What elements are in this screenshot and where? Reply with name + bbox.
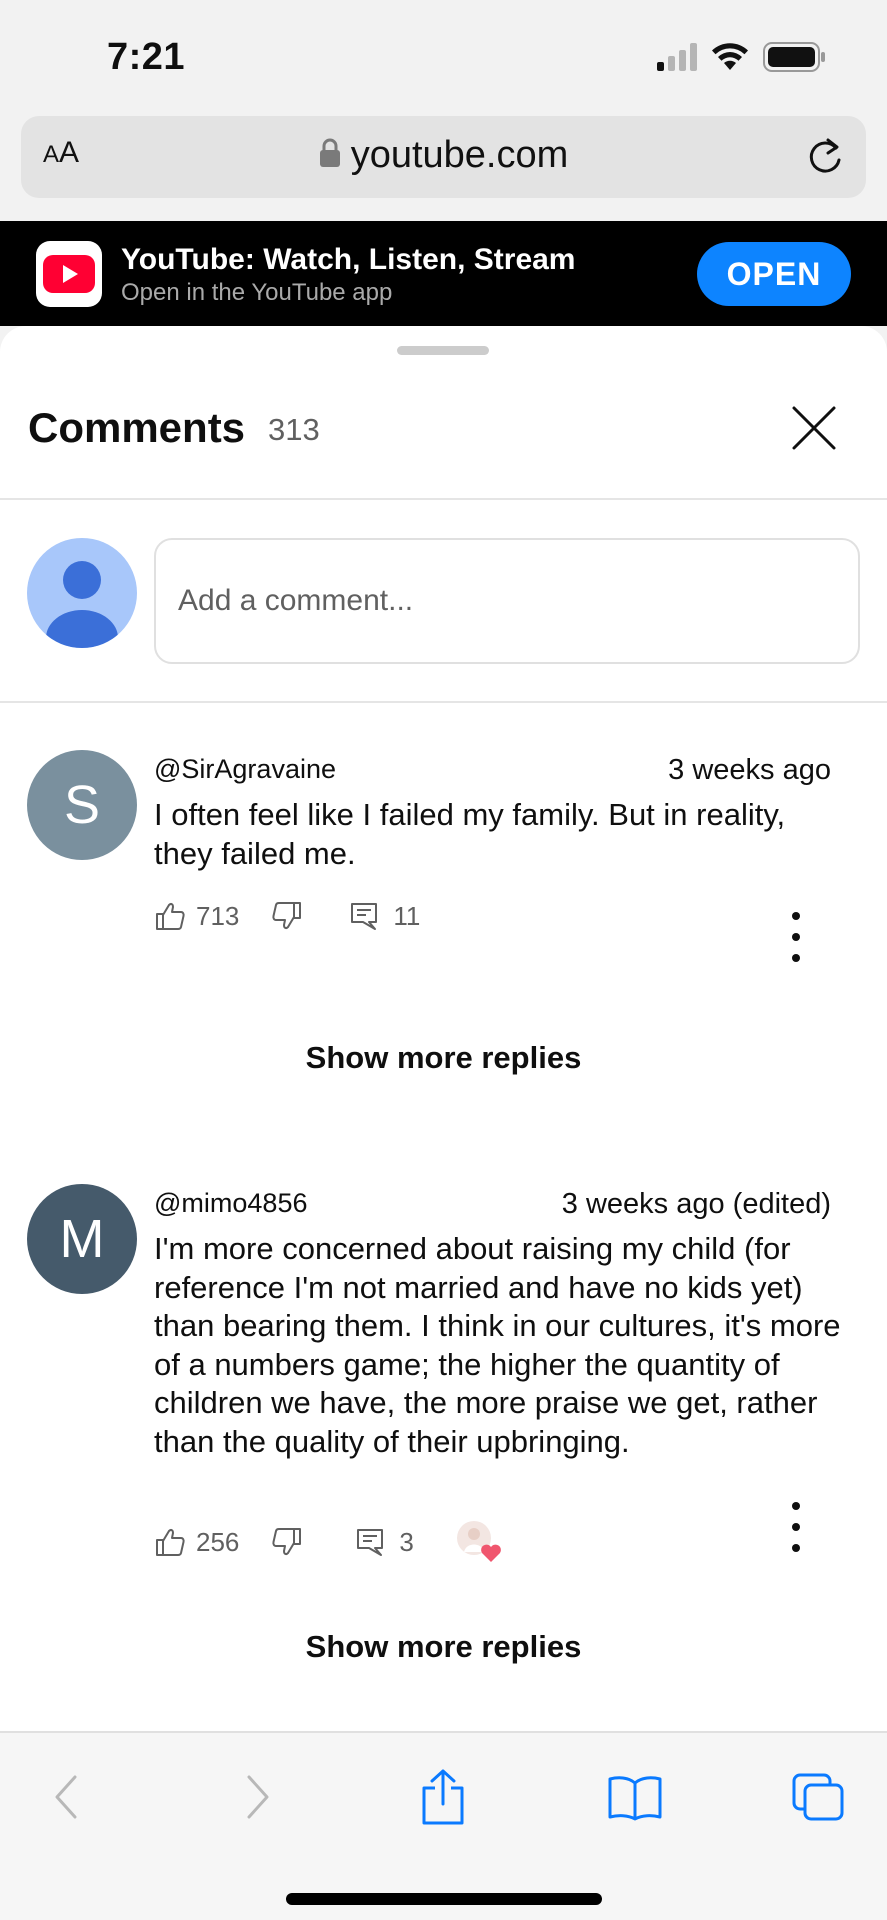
- status-icons: [657, 42, 827, 72]
- reply-button[interactable]: 3: [355, 1526, 414, 1558]
- comment-author[interactable]: @mimo4856: [154, 1188, 307, 1219]
- wifi-icon: [712, 43, 748, 70]
- comment-text: I often feel like I failed my family. Bu…: [154, 797, 786, 871]
- home-indicator: [286, 1893, 602, 1905]
- sheet-grabber[interactable]: [397, 346, 489, 355]
- avatar: [27, 538, 137, 648]
- status-bar: 7:21: [0, 0, 887, 112]
- app-banner-title: YouTube: Watch, Listen, Stream: [121, 243, 576, 276]
- comments-title: Comments: [28, 404, 246, 451]
- comment-author[interactable]: @SirAgravaine: [154, 754, 336, 785]
- browser-toolbar: [0, 1731, 887, 1920]
- reply-comment-icon: [357, 1529, 384, 1556]
- share-icon[interactable]: [413, 1767, 473, 1827]
- thumbs-up-icon: [156, 902, 185, 930]
- show-more-replies-button[interactable]: Show more replies: [0, 1629, 887, 1665]
- cellular-signal-icon: [657, 43, 697, 71]
- dislike-button[interactable]: [271, 900, 303, 932]
- like-count: 713: [196, 900, 240, 931]
- url-display[interactable]: youtube.com: [21, 134, 866, 178]
- reply-count: 3: [399, 1526, 414, 1557]
- more-options-icon[interactable]: [784, 912, 808, 962]
- avatar[interactable]: S: [27, 750, 137, 860]
- reply-button[interactable]: 11: [349, 900, 420, 932]
- youtube-app-icon: [36, 241, 102, 307]
- tabs-icon[interactable]: [788, 1767, 848, 1827]
- reply-comment-icon: [351, 903, 378, 930]
- divider: [0, 701, 887, 703]
- like-button[interactable]: 713: [154, 900, 239, 932]
- reply-count: 11: [393, 900, 421, 931]
- status-time: 7:21: [107, 36, 186, 78]
- dislike-button[interactable]: [271, 1526, 303, 1558]
- comment-input[interactable]: Add a comment...: [154, 538, 860, 664]
- show-more-replies-button[interactable]: Show more replies: [0, 1040, 887, 1076]
- comment-time: 3 weeks ago (edited): [561, 1188, 831, 1220]
- url-text: youtube.com: [350, 134, 569, 176]
- thumbs-down-icon: [272, 902, 302, 930]
- battery-icon: [763, 42, 825, 72]
- avatar[interactable]: M: [27, 1184, 137, 1294]
- close-icon[interactable]: [790, 404, 838, 452]
- reload-icon[interactable]: [806, 134, 846, 183]
- like-button[interactable]: 256: [154, 1526, 239, 1558]
- comments-sheet: Comments 313 Add a comment... S @SirAgra…: [0, 326, 887, 1731]
- back-icon[interactable]: [36, 1767, 96, 1827]
- address-bar[interactable]: AA youtube.com: [21, 116, 866, 198]
- forward-icon[interactable]: [228, 1767, 288, 1827]
- creator-heart-icon: [456, 1521, 501, 1562]
- creator-heart-badge: [456, 1520, 504, 1564]
- app-banner: YouTube: Watch, Listen, Stream Open in t…: [0, 221, 887, 326]
- comment-time: 3 weeks ago: [668, 754, 831, 786]
- comment-text: I'm more concerned about raising my chil…: [154, 1231, 841, 1459]
- thumbs-down-icon: [272, 1528, 302, 1556]
- comments-count: 313: [268, 412, 320, 447]
- comment-actions: 256 3: [154, 1517, 504, 1567]
- thumbs-up-icon: [156, 1528, 185, 1556]
- like-count: 256: [196, 1526, 240, 1557]
- more-options-icon[interactable]: [784, 1502, 808, 1552]
- app-banner-subtitle: Open in the YouTube app: [121, 279, 393, 306]
- divider: [0, 498, 887, 500]
- bookmarks-icon[interactable]: [600, 1767, 670, 1827]
- open-app-button[interactable]: OPEN: [697, 242, 851, 306]
- comment-actions: 713 11: [154, 891, 420, 941]
- lock-icon: [319, 135, 341, 178]
